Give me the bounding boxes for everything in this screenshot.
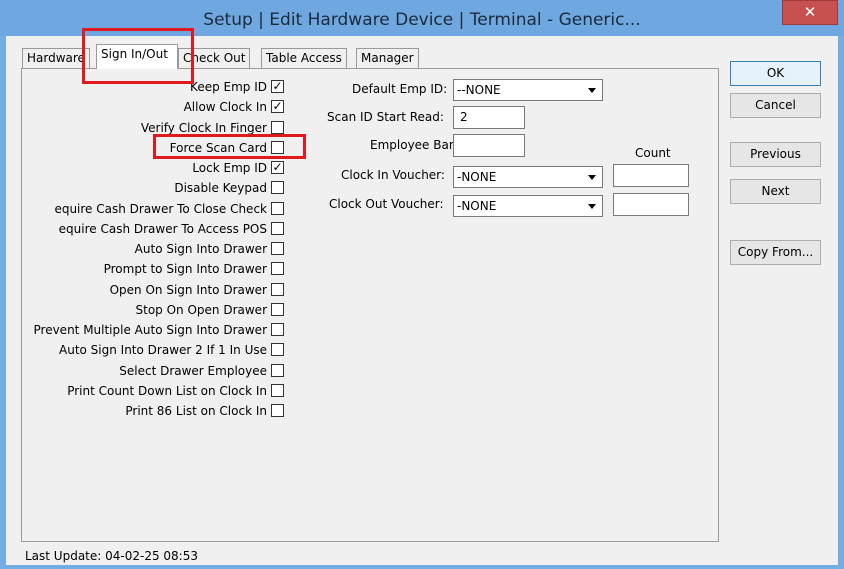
checkbox-row[interactable]: Allow Clock In ✓ <box>0 99 290 115</box>
checkbox-row[interactable]: Auto Sign Into Drawer 2 If 1 In Use <box>0 342 290 358</box>
checkbox-row[interactable]: Stop On Open Drawer <box>0 302 290 318</box>
checkbox-label: Disable Keypad <box>174 181 267 195</box>
checkbox-label: Print 86 List on Clock In <box>125 404 267 418</box>
employee-bank-label: Employee Bank <box>370 138 464 152</box>
copy-from-button[interactable]: Copy From... <box>730 240 821 265</box>
checkbox[interactable] <box>271 384 284 397</box>
checkbox-label: Print Count Down List on Clock In <box>67 384 267 398</box>
checkbox-label: Select Drawer Employee <box>119 364 267 378</box>
checkbox[interactable]: ✓ <box>271 100 284 113</box>
checkbox[interactable] <box>271 343 284 356</box>
chevron-down-icon <box>588 88 596 93</box>
check-icon: ✓ <box>272 99 283 113</box>
checkbox-label: Stop On Open Drawer <box>135 303 267 317</box>
check-icon: ✓ <box>272 79 283 93</box>
setup-window: Setup | Edit Hardware Device | Terminal … <box>0 0 844 569</box>
clock-out-voucher-count-input[interactable] <box>613 193 689 216</box>
clock-in-voucher-count-input[interactable] <box>613 164 689 187</box>
cancel-button[interactable]: Cancel <box>730 93 821 118</box>
checkbox-label: Auto Sign Into Drawer 2 If 1 In Use <box>59 343 267 357</box>
checkbox[interactable] <box>271 222 284 235</box>
checkbox-row[interactable]: Auto Sign Into Drawer <box>0 241 290 257</box>
window-title: Setup | Edit Hardware Device | Terminal … <box>203 10 641 30</box>
tab-table-access[interactable]: Table Access <box>261 48 347 68</box>
checkbox-label: Lock Emp ID <box>192 161 267 175</box>
scan-id-start-read-label: Scan ID Start Read: <box>327 110 444 124</box>
last-update-status: Last Update: 04-02-25 08:53 <box>25 549 198 563</box>
close-icon: ✕ <box>803 3 817 21</box>
clock-in-voucher-label: Clock In Voucher: <box>341 168 445 182</box>
clock-in-voucher-value: -NONE <box>457 170 497 184</box>
checkbox-row[interactable]: Print Count Down List on Clock In <box>0 383 290 399</box>
checkbox[interactable]: ✓ <box>271 80 284 93</box>
checkbox-label: Allow Clock In <box>183 100 267 114</box>
checkbox[interactable] <box>271 404 284 417</box>
checkbox-row[interactable]: Lock Emp ID ✓ <box>0 160 290 176</box>
checkbox[interactable] <box>271 303 284 316</box>
close-button[interactable]: ✕ <box>782 0 838 25</box>
checkbox[interactable] <box>271 121 284 134</box>
chevron-down-icon <box>588 175 596 180</box>
clock-out-voucher-value: -NONE <box>457 199 497 213</box>
tab-highlight-box <box>82 28 194 84</box>
default-emp-id-value: --NONE <box>457 83 501 97</box>
checkbox-row[interactable]: Prompt to Sign Into Drawer <box>0 261 290 277</box>
scan-id-start-read-input[interactable]: 2 <box>453 106 525 129</box>
checkbox-label: Prompt to Sign Into Drawer <box>103 262 267 276</box>
checkbox-row[interactable]: Print 86 List on Clock In <box>0 403 290 419</box>
checkbox-label: equire Cash Drawer To Close Check <box>54 202 267 216</box>
clock-in-voucher-select[interactable]: -NONE <box>453 166 603 188</box>
next-button[interactable]: Next <box>730 179 821 204</box>
default-emp-id-select[interactable]: --NONE <box>453 79 603 101</box>
checkbox-row[interactable]: Prevent Multiple Auto Sign Into Drawer <box>0 322 290 338</box>
checkbox-label: Auto Sign Into Drawer <box>134 242 267 256</box>
clock-out-voucher-label: Clock Out Voucher: <box>329 197 444 211</box>
checkbox-label: equire Cash Drawer To Access POS <box>58 222 267 236</box>
checkbox[interactable] <box>271 323 284 336</box>
checkbox[interactable]: ✓ <box>271 161 284 174</box>
chevron-down-icon <box>588 204 596 209</box>
tab-hardware[interactable]: Hardware <box>22 48 90 68</box>
checkbox[interactable] <box>271 242 284 255</box>
checkbox-label: Open On Sign Into Drawer <box>109 283 267 297</box>
clock-out-voucher-select[interactable]: -NONE <box>453 195 603 217</box>
checkbox-row[interactable]: Open On Sign Into Drawer <box>0 282 290 298</box>
ok-button[interactable]: OK <box>730 61 821 86</box>
checkbox[interactable] <box>271 364 284 377</box>
employee-bank-input[interactable] <box>453 134 525 157</box>
checkbox[interactable] <box>271 283 284 296</box>
checkbox-row[interactable]: Select Drawer Employee <box>0 363 290 379</box>
previous-button[interactable]: Previous <box>730 142 821 167</box>
window-border <box>838 36 844 565</box>
checkbox[interactable] <box>271 202 284 215</box>
check-icon: ✓ <box>272 160 283 174</box>
checkbox-label: Prevent Multiple Auto Sign Into Drawer <box>33 323 268 337</box>
checkbox-label: Keep Emp ID <box>190 80 267 94</box>
tab-manager[interactable]: Manager <box>356 48 419 68</box>
force-scan-card-highlight-box <box>153 134 306 159</box>
checkbox-row[interactable]: equire Cash Drawer To Close Check <box>0 201 290 217</box>
checkbox[interactable] <box>271 262 284 275</box>
checkbox-row[interactable]: equire Cash Drawer To Access POS <box>0 221 290 237</box>
checkbox-row[interactable]: Disable Keypad <box>0 180 290 196</box>
checkbox[interactable] <box>271 181 284 194</box>
count-column-header: Count <box>635 146 671 160</box>
default-emp-id-label: Default Emp ID: <box>352 82 448 96</box>
